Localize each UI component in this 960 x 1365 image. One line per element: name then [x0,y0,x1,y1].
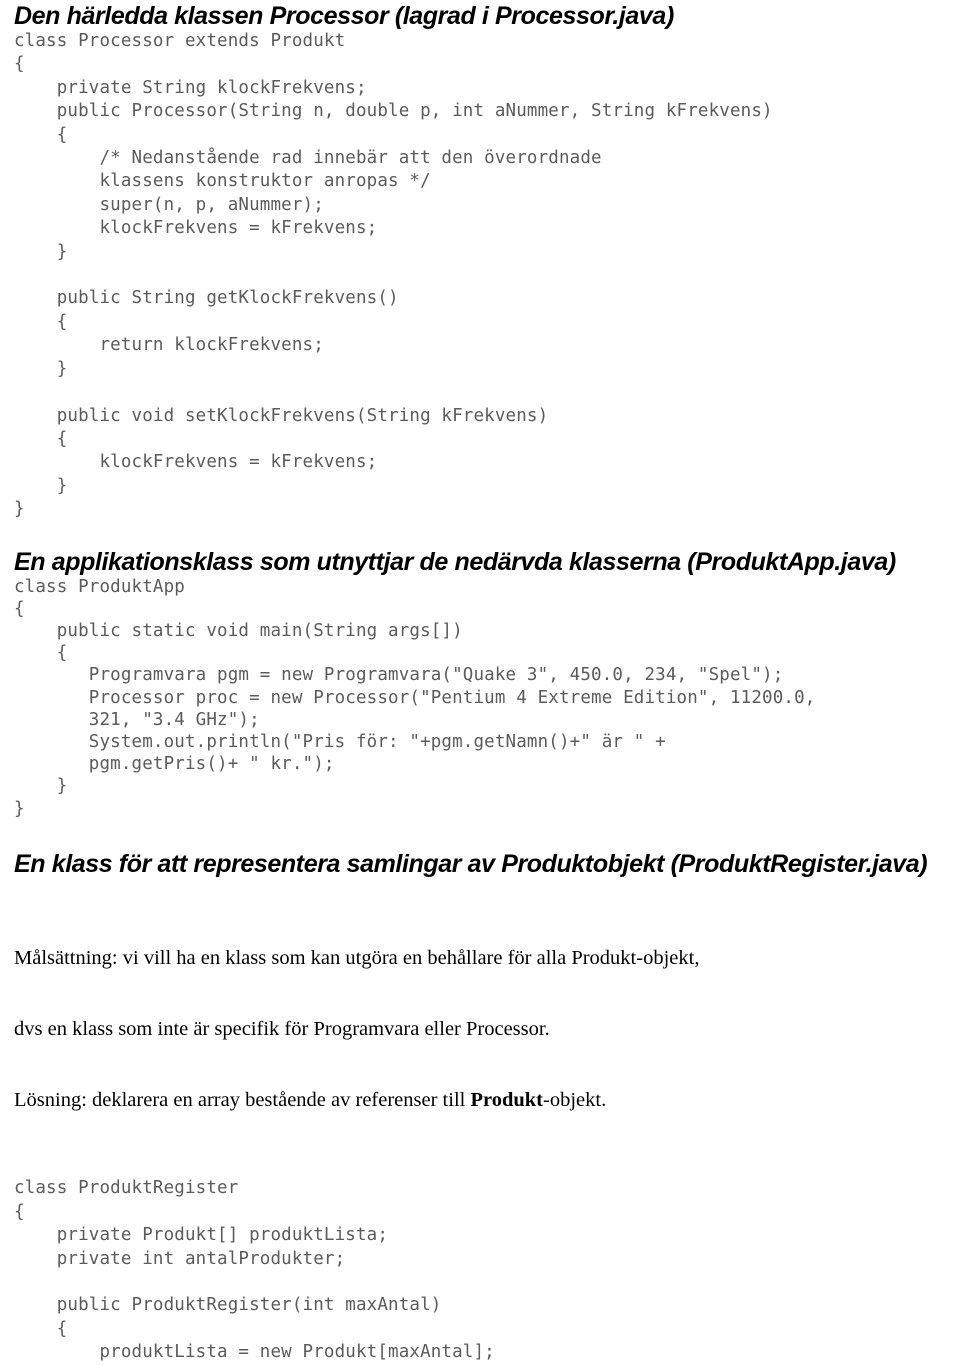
code-line: klockFrekvens = kFrekvens; [14,218,378,239]
paragraph-run-bold: Produkt [470,1088,543,1111]
paragraph-line: Målsättning: vi vill ha en klass som kan… [14,947,960,971]
code-line: Programvara pgm = new Programvara("Quake… [14,665,784,686]
document-page: Den härledda klassen Processor (lagrad i… [0,0,960,1362]
code-line: klassens konstruktor anropas */ [14,171,431,192]
code-line: private int antalProdukter; [14,1248,346,1269]
code-line: { [14,428,68,449]
code-line: { [14,311,68,332]
code-line: Processor proc = new Processor("Pentium … [14,687,816,708]
section-processor-class: Den härledda klassen Processor (lagrad i… [0,0,960,522]
code-line: } [14,499,25,520]
code-line: class ProduktApp [14,576,185,597]
section-heading-processor: Den härledda klassen Processor (lagrad i… [14,2,674,30]
code-line: } [14,241,68,262]
code-line: pgm.getPris()+ " kr."); [14,754,335,775]
paragraph-run: Lösning: deklarera en array bestående av… [14,1088,471,1111]
heading-paragraph-spacer [0,878,960,900]
code-block-produktregister: class ProduktRegister{ private Produkt[]… [0,1177,960,1364]
code-line: 321, "3.4 GHz"); [14,709,260,730]
paragraph-run: -objekt. [543,1088,607,1111]
code-line: return klockFrekvens; [14,335,324,356]
code-line: klockFrekvens = kFrekvens; [14,452,378,473]
paragraph-run: dvs en klass som inte är specifik för Pr… [14,1017,550,1040]
code-line: public ProduktRegister(int maxAntal) [14,1295,442,1316]
code-line: class Processor extends Produkt [14,31,346,51]
section-produktregister-class: En klass för att representera samlingar … [0,850,960,1365]
code-block-produktapp: class ProduktApp{ public static void mai… [0,576,960,820]
code-line: { [14,598,25,619]
code-line: { [14,643,68,664]
paragraph-line: Lösning: deklarera en array bestående av… [14,1089,960,1113]
code-line: } [14,798,25,819]
code-line: { [14,124,68,145]
code-line: public static void main(String args[]) [14,620,463,641]
code-line: { [14,1318,68,1339]
code-line: public void setKlockFrekvens(String kFre… [14,405,549,426]
code-line: } [14,358,68,379]
code-line: private String klockFrekvens; [14,77,367,98]
code-block-processor: class Processor extends Produkt { private… [0,30,960,522]
code-line: } [14,475,68,496]
code-line: System.out.println("Pris för: "+pgm.getN… [14,731,666,752]
paragraph-line: dvs en klass som inte är specifik för Pr… [14,1018,960,1042]
paragraph-maalsaettning: Målsättning: vi vill ha en klass som kan… [0,900,960,1160]
code-line: { [14,1201,25,1222]
section-produktapp-class: En applikationsklass som utnyttjar de ne… [0,548,960,820]
section-heading-produktapp: En applikationsklass som utnyttjar de ne… [14,547,896,576]
code-line: { [14,54,25,75]
code-line: super(n, p, aNummer); [14,194,324,215]
paragraph-run: Målsättning: vi vill ha en klass som kan… [14,946,700,969]
code-line: } [14,776,68,797]
section-heading-produktregister: En klass för att representera samlingar … [14,849,928,878]
code-line: produktLista = new Produkt[maxAntal]; [14,1342,495,1363]
code-line: class ProduktRegister [14,1178,239,1199]
code-line: public String getKlockFrekvens() [14,288,399,309]
code-line: private Produkt[] produktLista; [14,1225,389,1246]
code-line: public Processor(String n, double p, int… [14,101,773,122]
paragraph-code-spacer [0,1159,960,1177]
code-line: /* Nedanstående rad innebär att den över… [14,148,602,169]
